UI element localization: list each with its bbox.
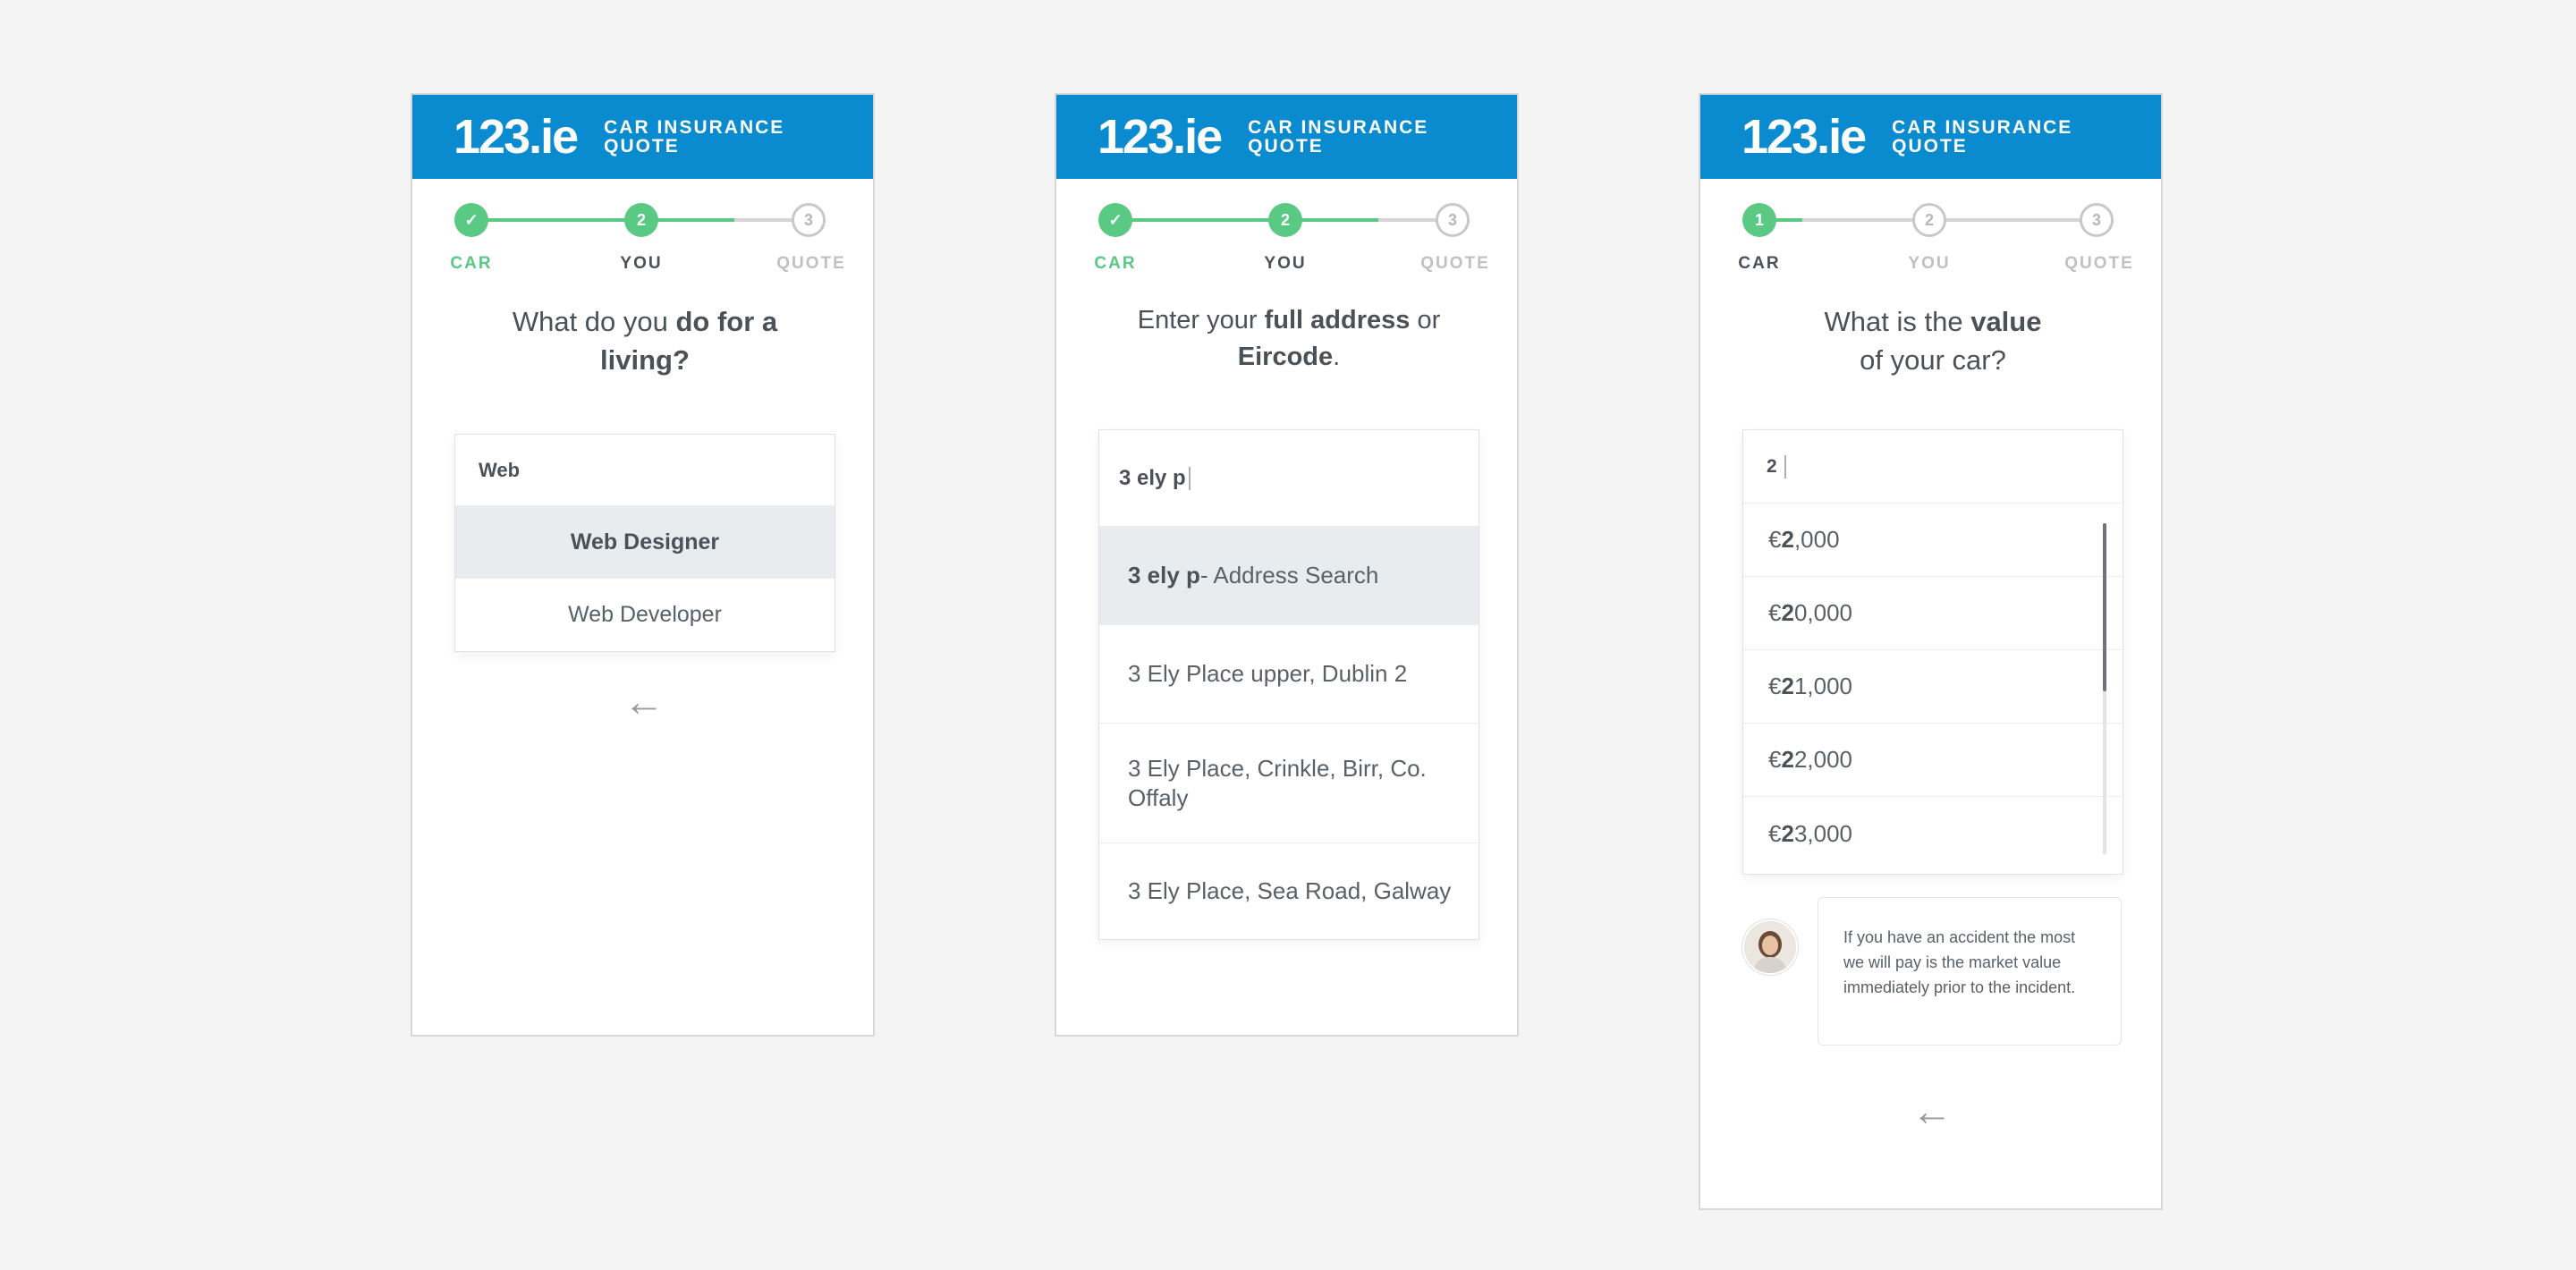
address-autocomplete: 3 ely p 3 ely p - Address Search 3 Ely P…: [1098, 429, 1479, 940]
step-you: 2: [624, 203, 658, 237]
step-label-you: YOU: [1908, 254, 1951, 273]
option-address-3[interactable]: 3 Ely Place, Sea Road, Galway: [1099, 843, 1479, 939]
scrollbar[interactable]: [2103, 523, 2106, 854]
step-quote: 3: [792, 203, 826, 237]
question: What is the value of your car?: [1824, 306, 2042, 376]
step-car-check-icon: ✓: [454, 203, 488, 237]
logo[interactable]: 123.ie: [1741, 109, 1867, 165]
step-quote: 3: [2080, 203, 2114, 237]
header: 123.ie CAR INSURANCE QUOTE: [1056, 95, 1517, 179]
question: Enter your full address or Eircode.: [1137, 306, 1441, 371]
step-you: 2: [1912, 203, 1946, 237]
question: What do you do for a living?: [512, 306, 778, 376]
option-address-2[interactable]: 3 Ely Place, Crinkle, Birr, Co. Offaly: [1099, 724, 1479, 843]
step-car: 1: [1742, 203, 1776, 237]
header: 123.ie CAR INSURANCE QUOTE: [1700, 95, 2161, 179]
car-value-input[interactable]: 2: [1743, 430, 2123, 504]
arrow-left-icon[interactable]: ←: [1896, 1087, 1968, 1135]
step-label-quote: QUOTE: [1420, 254, 1490, 273]
option-value[interactable]: €2 3,000: [1743, 797, 2123, 870]
step-label-car: CAR: [450, 254, 493, 273]
step-you: 2: [1268, 203, 1302, 237]
step-quote: 3: [1436, 203, 1470, 237]
occupation-autocomplete: Web Web Designer Web Developer: [454, 434, 835, 652]
screen-car-value: 123.ie CAR INSURANCE QUOTE 1 2 3 CAR YOU…: [1699, 93, 2163, 1210]
option-value[interactable]: €2 1,000: [1743, 650, 2123, 724]
address-input[interactable]: 3 ely p: [1099, 430, 1479, 527]
option-address-search[interactable]: 3 ely p - Address Search: [1099, 527, 1479, 625]
progress-stepper: ✓ 2 3 CAR YOU QUOTE: [1056, 179, 1517, 286]
step-label-quote: QUOTE: [776, 254, 846, 273]
option-value[interactable]: €2,000: [1743, 504, 2123, 577]
step-label-quote: QUOTE: [2064, 254, 2134, 273]
screen-occupation: 123.ie CAR INSURANCE QUOTE ✓ 2 3 CAR YOU…: [411, 93, 875, 1037]
option-web-designer[interactable]: Web Designer: [455, 506, 835, 579]
screen-address: 123.ie CAR INSURANCE QUOTE ✓ 2 3 CAR YOU…: [1055, 93, 1519, 1037]
logo[interactable]: 123.ie: [453, 109, 579, 165]
header-title: CAR INSURANCE QUOTE: [604, 117, 785, 157]
arrow-left-icon[interactable]: ←: [608, 677, 680, 725]
option-web-developer[interactable]: Web Developer: [455, 579, 835, 651]
header: 123.ie CAR INSURANCE QUOTE: [412, 95, 873, 179]
step-label-car: CAR: [1094, 254, 1137, 273]
step-car-check-icon: ✓: [1098, 203, 1132, 237]
step-label-you: YOU: [1264, 254, 1307, 273]
text-caret: [1188, 466, 1191, 490]
step-label-car: CAR: [1738, 254, 1781, 273]
scrollbar-thumb[interactable]: [2103, 523, 2106, 691]
info-tooltip: If you have an accident the most we will…: [1818, 897, 2122, 1046]
step-label-you: YOU: [620, 254, 663, 273]
agent-avatar: [1742, 919, 1798, 975]
option-value[interactable]: €2 2,000: [1743, 724, 2123, 797]
occupation-input[interactable]: Web: [455, 435, 835, 506]
progress-stepper: 1 2 3 CAR YOU QUOTE: [1700, 179, 2161, 286]
value-options-list: €2,000 €2 0,000 €2 1,000 €2 2,000 €2 3,000: [1743, 504, 2123, 870]
option-address-1[interactable]: 3 Ely Place upper, Dublin 2: [1099, 625, 1479, 724]
logo[interactable]: 123.ie: [1097, 109, 1223, 165]
car-value-autocomplete: 2 €2,000 €2 0,000 €2 1,000 €2 2,000 €2 3,000: [1742, 429, 2123, 875]
text-caret: [1784, 454, 1786, 478]
header-title: CAR INSURANCE QUOTE: [1892, 117, 2073, 157]
option-value[interactable]: €2 0,000: [1743, 577, 2123, 650]
header-title: CAR INSURANCE QUOTE: [1248, 117, 1429, 157]
progress-stepper: ✓ 2 3 CAR YOU QUOTE: [412, 179, 873, 286]
